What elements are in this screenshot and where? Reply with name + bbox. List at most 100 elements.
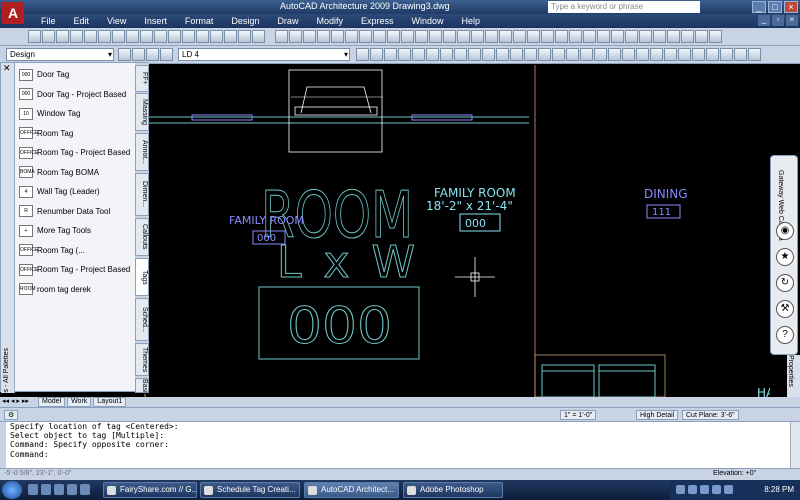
standard-tool-icon[interactable] [84, 30, 97, 43]
layout-tab-layout1[interactable]: Layout1 [93, 397, 127, 407]
command-scrollbar[interactable] [790, 422, 800, 469]
standard-tool-icon[interactable] [56, 30, 69, 43]
draw-tool-icon[interactable] [275, 30, 288, 43]
minimize-button[interactable]: _ [752, 1, 766, 13]
draw-tool-icon[interactable] [569, 30, 582, 43]
draw-tool-icon[interactable] [429, 30, 442, 43]
palette-tool-item[interactable]: OFFICE Room Tag - Project Based [19, 143, 134, 163]
standard-tool-icon[interactable] [238, 30, 251, 43]
draw-tool-icon[interactable] [541, 30, 554, 43]
layout-tab-model[interactable]: Model [38, 397, 66, 407]
palette-tool-item[interactable]: + More Tag Tools [19, 221, 134, 241]
autocad-logo-icon[interactable]: A [2, 2, 24, 24]
palette-tool-item[interactable]: BOMA Room Tag BOMA [19, 163, 134, 183]
taskbar-button[interactable]: AutoCAD Architect... [304, 482, 399, 498]
draw-tool-icon[interactable] [611, 30, 624, 43]
standard-tool-icon[interactable] [252, 30, 265, 43]
standard-tool-icon[interactable] [154, 30, 167, 43]
standard-tool-icon[interactable] [196, 30, 209, 43]
draw-tool-icon[interactable] [387, 30, 400, 43]
draw-tool-icon[interactable] [485, 30, 498, 43]
standard-tool-icon[interactable] [126, 30, 139, 43]
tray-icon[interactable] [676, 485, 685, 494]
palette-tab[interactable]: Sched... [135, 298, 149, 341]
palette-tab[interactable]: Themes [135, 343, 149, 376]
quick-launch-icon[interactable] [67, 484, 77, 495]
draw-tool-icon[interactable] [667, 30, 680, 43]
layer-tool-icon[interactable] [426, 48, 439, 61]
menu-express[interactable]: Express [352, 15, 403, 27]
draw-tool-icon[interactable] [625, 30, 638, 43]
layer-tool-icon[interactable] [370, 48, 383, 61]
draw-tool-icon[interactable] [303, 30, 316, 43]
layer-tool-icon[interactable] [412, 48, 425, 61]
layer-tool-icon[interactable] [664, 48, 677, 61]
palette-tool-item[interactable]: 4 Wall Tag (Leader) [19, 182, 134, 202]
draw-tool-icon[interactable] [513, 30, 526, 43]
layer-tool-icon[interactable] [622, 48, 635, 61]
quick-launch-icon[interactable] [54, 484, 64, 495]
workspace-select[interactable]: Design [6, 48, 114, 61]
palette-tab[interactable]: Dimen... [135, 173, 149, 216]
palette-tool-item[interactable]: 10 Window Tag [19, 104, 134, 124]
quick-launch-icon[interactable] [80, 484, 90, 495]
tray-icon[interactable] [712, 485, 721, 494]
layer-tool-icon[interactable] [678, 48, 691, 61]
layer-tool-icon[interactable] [692, 48, 705, 61]
draw-tool-icon[interactable] [289, 30, 302, 43]
doc-restore-button[interactable]: ▫ [772, 15, 784, 26]
palette-tab[interactable]: Massing [135, 93, 149, 131]
start-button[interactable] [2, 481, 22, 499]
palette-tool-item[interactable]: OFFICE Room Tag - Project Based [19, 260, 134, 280]
layer-tool-icon[interactable] [496, 48, 509, 61]
layer-tool-icon[interactable] [566, 48, 579, 61]
display-detail[interactable]: High Detail [636, 410, 679, 420]
draw-tool-icon[interactable] [555, 30, 568, 43]
star-icon[interactable]: ★ [776, 248, 794, 266]
close-button[interactable]: × [784, 1, 798, 13]
quick-launch-icon[interactable] [41, 484, 51, 495]
menu-window[interactable]: Window [402, 15, 452, 27]
layer-tool-icon[interactable] [608, 48, 621, 61]
refresh-icon[interactable]: ↻ [776, 274, 794, 292]
palette-close-icon[interactable]: ✕ [3, 63, 11, 74]
layer-tool-icon[interactable] [482, 48, 495, 61]
draw-tool-icon[interactable] [373, 30, 386, 43]
palette-tool-item[interactable]: OFFICE Room Tag [19, 124, 134, 144]
palette-tool-item[interactable]: 000 Door Tag [19, 65, 134, 85]
draw-tool-icon[interactable] [471, 30, 484, 43]
draw-tool-icon[interactable] [597, 30, 610, 43]
wrench-icon[interactable]: ⚒ [776, 300, 794, 318]
draw-tool-icon[interactable] [695, 30, 708, 43]
draw-tool-icon[interactable] [499, 30, 512, 43]
draw-tool-icon[interactable] [345, 30, 358, 43]
drawing-canvas[interactable]: ROOM L x W 000 FAMILY ROOM 000 FAMILY RO… [137, 65, 770, 397]
layer-tool-icon[interactable] [538, 48, 551, 61]
menu-view[interactable]: View [98, 15, 135, 27]
quick-launch-icon[interactable] [28, 484, 38, 495]
menu-help[interactable]: Help [453, 15, 490, 27]
menu-modify[interactable]: Modify [307, 15, 352, 27]
standard-tool-icon[interactable] [182, 30, 195, 43]
palette-tool-item[interactable]: 000 Door Tag - Project Based [19, 85, 134, 105]
menu-format[interactable]: Format [176, 15, 223, 27]
palette-tab[interactable]: Basic [135, 378, 149, 396]
layer-select[interactable]: LD 4 [178, 48, 350, 61]
workspace-tool-icon[interactable] [146, 48, 159, 61]
tray-icon[interactable] [724, 485, 733, 494]
palette-tab[interactable]: Tags [135, 258, 149, 296]
layer-tool-icon[interactable] [594, 48, 607, 61]
draw-tool-icon[interactable] [331, 30, 344, 43]
standard-tool-icon[interactable] [98, 30, 111, 43]
pan-icon[interactable]: ◉ [776, 222, 794, 240]
layer-tool-icon[interactable] [650, 48, 663, 61]
layer-tool-icon[interactable] [580, 48, 593, 61]
layer-tool-icon[interactable] [720, 48, 733, 61]
draw-tool-icon[interactable] [317, 30, 330, 43]
layout-tab-work[interactable]: Work [67, 397, 92, 407]
draw-tool-icon[interactable] [457, 30, 470, 43]
menu-file[interactable]: File [32, 15, 65, 27]
standard-tool-icon[interactable] [70, 30, 83, 43]
maximize-button[interactable]: □ [768, 1, 782, 13]
properties-strip[interactable]: Properties [787, 355, 800, 397]
